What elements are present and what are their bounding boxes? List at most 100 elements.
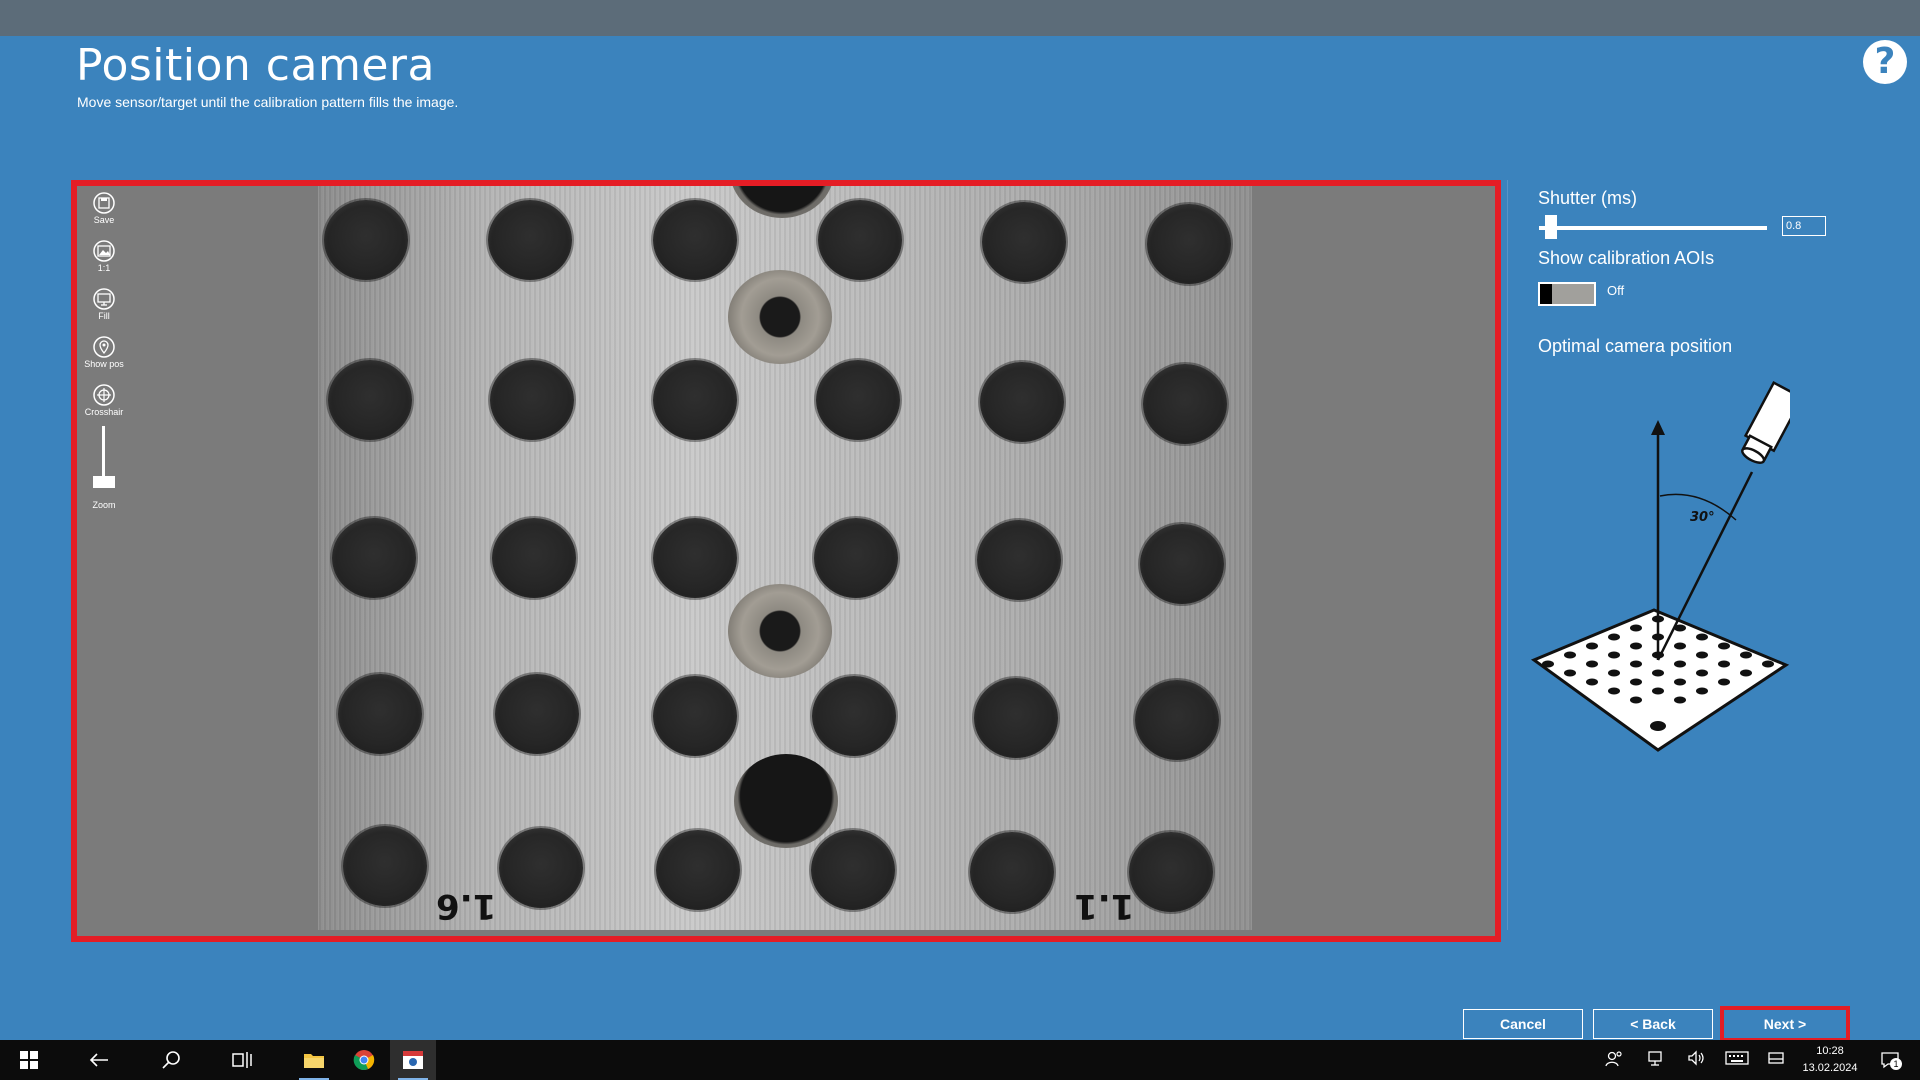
location-pin-icon: [93, 336, 115, 358]
calibration-dot: [1143, 364, 1227, 444]
window-titlebar: [0, 0, 1920, 36]
calibration-dot: [816, 360, 900, 440]
crosshair-tool-button[interactable]: Crosshair: [77, 384, 131, 417]
calibration-dot: [1147, 204, 1231, 284]
start-button[interactable]: [6, 1040, 52, 1080]
shutter-value-input[interactable]: [1782, 216, 1826, 236]
calibration-ring: [728, 584, 832, 678]
show-pos-tool-label: Show pos: [84, 359, 124, 369]
calibration-dot: [490, 360, 574, 440]
camera-diagram-icon: [1741, 380, 1790, 464]
calibration-dot: [488, 200, 572, 280]
calibration-aoi-label: Show calibration AOIs: [1538, 248, 1715, 268]
optimal-camera-diagram: 30°: [1530, 380, 1790, 752]
input-method-icon[interactable]: [1767, 1050, 1785, 1066]
chrome-taskbar-button[interactable]: [341, 1040, 387, 1080]
one-to-one-tool-button[interactable]: 1:1: [77, 240, 131, 273]
calibration-dot: [499, 828, 583, 908]
calibration-dot: [814, 518, 898, 598]
save-tool-label: Save: [93, 215, 115, 225]
calibration-dot: [977, 520, 1061, 600]
calibration-aoi-toggle[interactable]: [1538, 282, 1596, 306]
calibration-ring: [734, 754, 838, 848]
back-button[interactable]: < Back: [1593, 1009, 1713, 1039]
back-arrow-button[interactable]: [76, 1040, 122, 1080]
save-icon: [93, 192, 115, 214]
calibration-dot: [980, 362, 1064, 442]
plate-label: 1.6: [436, 886, 497, 926]
calibration-dot: [653, 200, 737, 280]
task-view-icon: [232, 1052, 252, 1068]
clock-time: 10:28: [1816, 1045, 1844, 1057]
calibration-dot: [656, 830, 740, 910]
calibration-dot: [495, 674, 579, 754]
task-view-button[interactable]: [220, 1040, 266, 1080]
angle-label: 30°: [1690, 510, 1715, 525]
calibration-dot: [974, 678, 1058, 758]
calibration-dot: [818, 200, 902, 280]
calibration-dot: [653, 518, 737, 598]
zoom-slider[interactable]: Zoom: [77, 426, 131, 516]
calibration-dot: [1129, 832, 1213, 912]
calibration-dot: [653, 360, 737, 440]
calibration-app-taskbar-button[interactable]: [390, 1040, 436, 1080]
people-icon[interactable]: [1605, 1050, 1623, 1068]
search-button[interactable]: [148, 1040, 194, 1080]
search-icon: [162, 1051, 180, 1069]
calibration-dot: [332, 518, 416, 598]
calibration-dot: [343, 826, 427, 906]
cancel-button[interactable]: Cancel: [1463, 1009, 1583, 1039]
camera-image: 1.6 1.1: [318, 186, 1252, 930]
calibration-dot: [338, 674, 422, 754]
calibration-dot: [1135, 680, 1219, 760]
calibration-dot: [970, 832, 1054, 912]
plate-label: 1.1: [1074, 886, 1135, 926]
calibration-dot: [811, 830, 895, 910]
file-explorer-taskbar-button[interactable]: [291, 1040, 337, 1080]
keyboard-icon[interactable]: [1725, 1050, 1749, 1066]
zoom-slider-thumb[interactable]: [93, 476, 115, 488]
optimal-position-label: Optimal camera position: [1538, 336, 1733, 356]
monitor-icon: [93, 288, 115, 310]
zoom-label: Zoom: [92, 500, 116, 510]
calibration-dot: [982, 202, 1066, 282]
panel-divider: [1507, 180, 1508, 930]
back-arrow-icon: [89, 1053, 108, 1067]
windows-taskbar: [0, 1040, 1920, 1080]
shutter-slider-track[interactable]: [1539, 226, 1767, 230]
vertical-axis-arrow: [1651, 420, 1665, 435]
calibration-aoi-state: Off: [1607, 283, 1625, 298]
next-button[interactable]: Next >: [1720, 1006, 1850, 1042]
fill-tool-label: Fill: [98, 311, 110, 321]
calibration-dot: [1140, 524, 1224, 604]
crosshair-tool-label: Crosshair: [84, 407, 124, 417]
calibration-dot: [653, 676, 737, 756]
calibration-dot: [492, 518, 576, 598]
chrome-icon: [353, 1050, 375, 1070]
shutter-label: Shutter (ms): [1538, 188, 1638, 208]
fill-tool-button[interactable]: Fill: [77, 288, 131, 321]
page-title: Position camera: [76, 40, 435, 91]
show-pos-tool-button[interactable]: Show pos: [77, 336, 131, 369]
toggle-knob: [1540, 284, 1552, 304]
shutter-slider-thumb[interactable]: [1545, 215, 1557, 239]
folder-icon: [304, 1054, 324, 1068]
image-icon: [93, 240, 115, 262]
calibration-app-icon: [403, 1051, 423, 1069]
volume-icon[interactable]: [1687, 1050, 1705, 1066]
calibration-dot: [328, 360, 412, 440]
notifications-button[interactable]: 1: [1880, 1050, 1902, 1070]
save-tool-button[interactable]: Save: [77, 192, 131, 225]
calibration-dot: [324, 200, 408, 280]
windows-logo-icon: [20, 1051, 38, 1069]
calibration-ring: [728, 270, 832, 364]
crosshair-icon: [93, 384, 115, 406]
network-icon[interactable]: [1646, 1050, 1664, 1066]
calibration-dot: [812, 676, 896, 756]
help-icon[interactable]: ?: [1863, 40, 1907, 84]
taskbar-clock[interactable]: 10:28 13.02.2024: [1785, 1043, 1875, 1077]
camera-viewer[interactable]: Save 1:1 Fill Show pos Crosshair Zoom 1.…: [71, 180, 1501, 942]
one-to-one-tool-label: 1:1: [97, 263, 111, 273]
notification-badge: 1: [1890, 1058, 1902, 1070]
clock-date: 13.02.2024: [1802, 1062, 1858, 1074]
